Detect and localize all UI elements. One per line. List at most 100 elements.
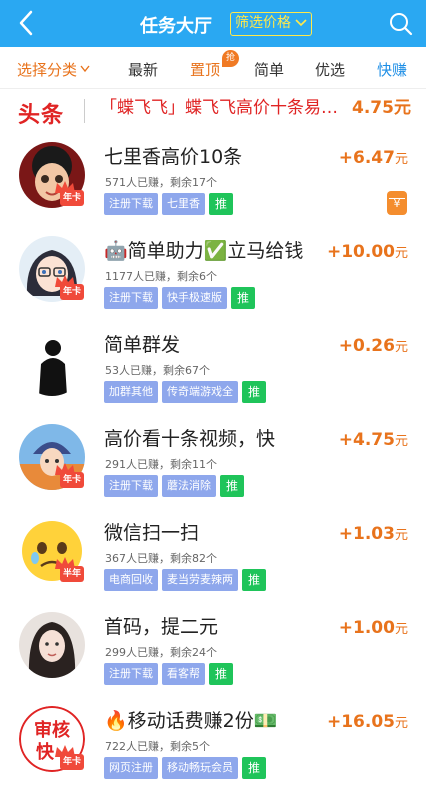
tag: 加群其他 bbox=[104, 381, 158, 403]
reward-amount: +16.05 bbox=[326, 712, 395, 732]
list-item[interactable]: 年卡 高价看十条视频，快 291人已赚，剩余11个 注册下载 蘑法消除推 +4.7… bbox=[0, 414, 426, 508]
avatar bbox=[19, 612, 85, 678]
task-stats: 299人已赚，剩余24个 bbox=[105, 646, 217, 659]
task-reward: +6.47元 bbox=[339, 148, 408, 168]
search-icon[interactable] bbox=[389, 12, 413, 36]
list-item[interactable]: 简单群发 53人已赚，剩余67个 加群其他 传奇端游戏全推 +0.26元 bbox=[0, 320, 426, 414]
vip-badge: 半年 bbox=[60, 566, 85, 582]
task-title: 微信扫一扫 bbox=[104, 522, 200, 544]
vip-badge: 年卡 bbox=[60, 754, 85, 770]
task-tags: 注册下载 看客帮推 bbox=[104, 663, 237, 685]
reward-amount: +6.47 bbox=[338, 148, 395, 168]
task-title: 高价看十条视频，快 bbox=[104, 428, 276, 450]
task-title: 🤖简单助力✅立马给钱 bbox=[104, 240, 304, 262]
tag: 注册下载 bbox=[104, 287, 158, 309]
tag: 七里香 bbox=[162, 193, 205, 215]
task-stats: 722人已赚，剩余5个 bbox=[105, 740, 210, 753]
page-title: 任务大厅 bbox=[140, 16, 212, 37]
task-title: 🔥移动话费赚2份💵 bbox=[104, 710, 278, 732]
task-tags: 注册下载 蘑法消除推 bbox=[104, 475, 248, 497]
task-reward: +0.26元 bbox=[339, 336, 408, 356]
recommend-badge: 推 bbox=[242, 569, 267, 591]
headline-price: 4.75元 bbox=[352, 98, 411, 118]
reward-amount: +10.00 bbox=[326, 242, 395, 262]
reward-unit: 元 bbox=[394, 716, 408, 731]
list-item[interactable]: 首码，提二元 299人已赚，剩余24个 注册下载 看客帮推 +1.00元 bbox=[0, 602, 426, 696]
wallet-icon[interactable]: ¥ bbox=[387, 191, 407, 215]
headline-banner[interactable]: 头条 「蝶飞飞」蝶飞飞高价十条易… 4.75元 bbox=[0, 89, 426, 132]
tab-simple[interactable]: 简单 bbox=[254, 59, 284, 80]
tab-latest[interactable]: 最新 bbox=[128, 59, 158, 80]
vip-badge: 年卡 bbox=[60, 284, 85, 300]
headline-logo: 头条 bbox=[18, 103, 65, 128]
tab-select-category[interactable]: 选择分类 bbox=[17, 59, 90, 80]
tag: 传奇端游戏全 bbox=[162, 381, 238, 403]
tag: 电商回收 bbox=[104, 569, 158, 591]
avatar bbox=[19, 330, 85, 396]
task-title: 首码，提二元 bbox=[104, 616, 219, 638]
tab-quick-earn[interactable]: 快赚 bbox=[377, 59, 407, 80]
tab-label: 选择分类 bbox=[17, 61, 78, 79]
tag: 注册下载 bbox=[104, 475, 158, 497]
price-filter-button[interactable]: 筛选价格 bbox=[230, 12, 312, 36]
tag: 注册下载 bbox=[104, 193, 158, 215]
list-item[interactable]: 年卡 七里香高价10条 571人已赚，剩余17个 注册下载 七里香推 +6.47元… bbox=[0, 132, 426, 226]
reward-unit: 元 bbox=[394, 622, 408, 637]
recommend-badge: 推 bbox=[242, 757, 267, 779]
tag: 蘑法消除 bbox=[162, 475, 216, 497]
task-stats: 1177人已赚，剩余6个 bbox=[105, 270, 217, 283]
task-stats: 571人已赚，剩余17个 bbox=[105, 176, 217, 189]
task-reward: +1.03元 bbox=[339, 524, 408, 544]
category-tabs: 选择分类 最新 置顶 简单 优选 快赚 bbox=[0, 47, 426, 89]
tag: 移动畅玩会员 bbox=[162, 757, 238, 779]
back-arrow-icon[interactable] bbox=[16, 9, 38, 37]
task-stats: 291人已赚，剩余11个 bbox=[105, 458, 217, 471]
tag: 注册下载 bbox=[104, 663, 158, 685]
tag: 麦当劳麦辣两 bbox=[162, 569, 238, 591]
vip-badge: 年卡 bbox=[60, 190, 85, 206]
task-stats: 53人已赚，剩余67个 bbox=[105, 364, 210, 377]
vip-badge: 年卡 bbox=[60, 472, 85, 488]
chevron-down-icon bbox=[80, 65, 90, 73]
tag: 网页注册 bbox=[104, 757, 158, 779]
reward-unit: 元 bbox=[394, 434, 408, 449]
task-title: 简单群发 bbox=[104, 334, 181, 356]
task-reward: +1.00元 bbox=[339, 618, 408, 638]
recommend-badge: 推 bbox=[220, 475, 245, 497]
reward-amount: +1.00 bbox=[338, 618, 395, 638]
reward-amount: +1.03 bbox=[338, 524, 395, 544]
tab-selected[interactable]: 优选 bbox=[315, 59, 345, 80]
recommend-badge: 推 bbox=[209, 663, 234, 685]
reward-amount: +0.26 bbox=[338, 336, 395, 356]
recommend-badge: 推 bbox=[231, 287, 256, 309]
reward-amount: +4.75 bbox=[338, 430, 395, 450]
reward-unit: 元 bbox=[394, 246, 408, 261]
divider bbox=[84, 99, 85, 123]
task-reward: +10.00元 bbox=[327, 242, 408, 262]
task-tags: 电商回收 麦当劳麦辣两推 bbox=[104, 569, 270, 591]
task-stats: 367人已赚，剩余82个 bbox=[105, 552, 217, 565]
tab-pinned[interactable]: 置顶 bbox=[190, 59, 220, 80]
task-reward: +16.05元 bbox=[327, 712, 408, 732]
tag: 看客帮 bbox=[162, 663, 205, 685]
headline-text: 「蝶飞飞」蝶飞飞高价十条易… bbox=[100, 98, 338, 118]
task-title: 七里香高价10条 bbox=[104, 146, 243, 168]
recommend-badge: 推 bbox=[242, 381, 267, 403]
list-item[interactable]: 审核快 年卡 🔥移动话费赚2份💵 722人已赚，剩余5个 网页注册 移动畅玩会员推… bbox=[0, 696, 426, 790]
chevron-down-icon bbox=[295, 19, 307, 27]
recommend-badge: 推 bbox=[209, 193, 234, 215]
task-tags: 加群其他 传奇端游戏全推 bbox=[104, 381, 270, 403]
tag: 快手极速版 bbox=[162, 287, 227, 309]
reward-unit: 元 bbox=[394, 152, 408, 167]
price-filter-label: 筛选价格 bbox=[235, 15, 291, 31]
task-tags: 网页注册 移动畅玩会员推 bbox=[104, 757, 270, 779]
task-reward: +4.75元 bbox=[339, 430, 408, 450]
reward-unit: 元 bbox=[394, 340, 408, 355]
reward-unit: 元 bbox=[394, 528, 408, 543]
task-tags: 注册下载 七里香推 bbox=[104, 193, 237, 215]
list-item[interactable]: 年卡 🤖简单助力✅立马给钱 1177人已赚，剩余6个 注册下载 快手极速版推 +1… bbox=[0, 226, 426, 320]
pinned-badge: 抢 bbox=[222, 50, 239, 67]
list-item[interactable]: 半年 微信扫一扫 367人已赚，剩余82个 电商回收 麦当劳麦辣两推 +1.03元 bbox=[0, 508, 426, 602]
top-bar: 任务大厅 筛选价格 bbox=[0, 0, 426, 47]
task-tags: 注册下载 快手极速版推 bbox=[104, 287, 259, 309]
